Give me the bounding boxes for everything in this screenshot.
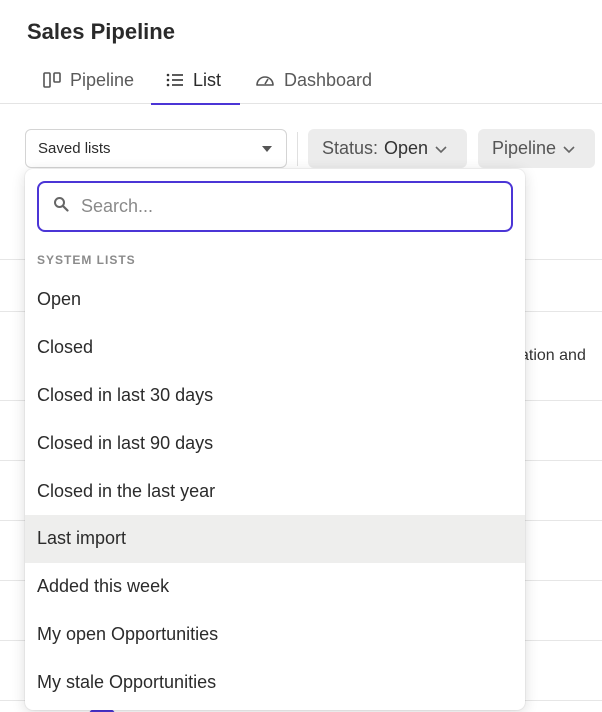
menu-item-last-import[interactable]: Last import [25,514,525,563]
tab-list-label: List [193,69,222,90]
tab-list[interactable]: List [151,56,240,105]
menu-item-closed-last-year[interactable]: Closed in the last year [25,467,525,515]
saved-lists-select[interactable]: Saved lists [25,129,287,168]
status-filter-label: Status: [322,138,379,158]
tab-dashboard-label: Dashboard [284,69,373,90]
list-toolbar: Saved lists Status: Open Pipeline [0,129,602,169]
saved-lists-dropdown: SYSTEM LISTS Open Closed Closed in last … [25,169,525,710]
pipeline-filter-label: Pipeline [492,138,557,158]
gauge-icon [255,73,275,87]
menu-item-my-stale-opportunities[interactable]: My stale Opportunities [25,658,525,706]
tab-pipeline[interactable]: Pipeline [43,56,134,104]
menu-item-closed-30-days[interactable]: Closed in last 30 days [25,372,525,420]
saved-lists-label: Saved lists [38,140,111,157]
menu-item-my-open-opportunities[interactable]: My open Opportunities [25,611,525,659]
chevron-down-icon [562,138,576,159]
status-filter-value: Open [384,138,429,158]
tab-pipeline-label: Pipeline [70,69,135,90]
search-icon [53,196,69,217]
menu-item-open[interactable]: Open [25,276,525,324]
group-label-system-lists: SYSTEM LISTS [37,253,136,267]
search-field[interactable] [37,181,513,232]
toolbar-divider [297,132,298,166]
list-icon [166,73,184,87]
caret-down-icon [262,146,272,152]
menu-item-closed-90-days[interactable]: Closed in last 90 days [25,419,525,467]
search-input[interactable] [81,196,501,217]
page-title: Sales Pipeline [27,19,175,44]
board-icon [43,72,61,88]
menu-item-added-this-week[interactable]: Added this week [25,563,525,611]
saved-lists-menu: Open Closed Closed in last 30 days Close… [25,276,525,706]
background-cell-text: ation and [520,347,586,364]
pipeline-filter-chip[interactable]: Pipeline [478,129,595,168]
view-tabs: Pipeline List Dashboard [0,56,602,105]
status-filter-chip[interactable]: Status: Open [308,129,467,168]
tab-dashboard[interactable]: Dashboard [255,56,372,104]
chevron-down-icon [434,138,448,159]
menu-item-closed[interactable]: Closed [25,324,525,372]
